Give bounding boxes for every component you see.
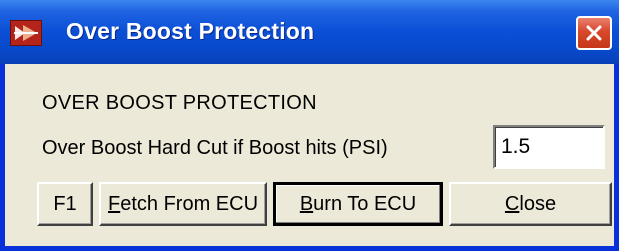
window-title: Over Boost Protection xyxy=(66,18,315,44)
close-icon xyxy=(586,25,602,41)
fetch-from-ecu-button[interactable]: Fetch From ECU xyxy=(99,182,267,226)
title-bar[interactable]: Over Boost Protection xyxy=(0,0,619,64)
app-icon xyxy=(10,20,42,46)
close-button[interactable]: Close xyxy=(449,182,612,226)
boost-limit-label: Over Boost Hard Cut if Boost hits (PSI) xyxy=(42,137,388,159)
dialog-window: Over Boost Protection OVER BOOST PROTECT… xyxy=(0,0,619,251)
boost-limit-input[interactable] xyxy=(493,125,605,169)
fetch-button-label: etch From ECU xyxy=(120,192,259,215)
close-mnemonic: C xyxy=(504,192,520,215)
burn-mnemonic: B xyxy=(299,192,314,215)
close-button-label: lose xyxy=(519,192,557,215)
f1-button[interactable]: F1 xyxy=(37,182,93,226)
burn-to-ecu-button[interactable]: Burn To ECU xyxy=(273,182,443,226)
fetch-mnemonic: F xyxy=(107,192,121,215)
f1-button-label: F1 xyxy=(53,192,77,215)
burn-button-label: urn To ECU xyxy=(313,192,417,215)
close-window-button[interactable] xyxy=(576,16,612,50)
section-heading: OVER BOOST PROTECTION xyxy=(42,92,317,114)
